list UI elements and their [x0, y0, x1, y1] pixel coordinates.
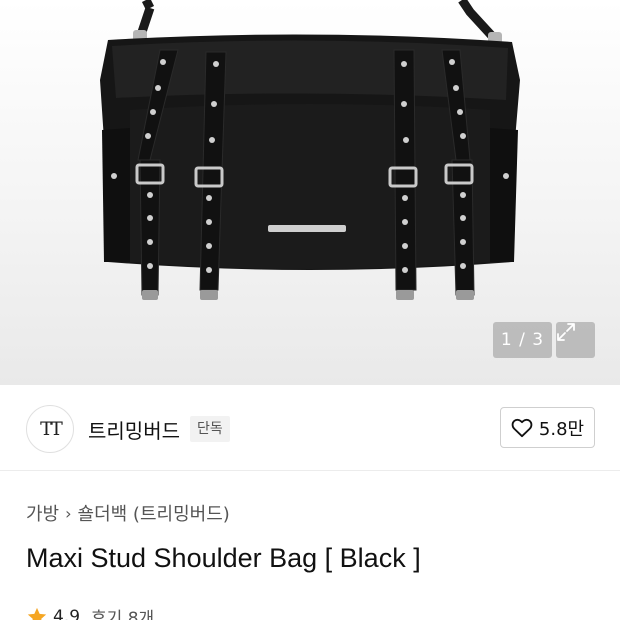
rating-row[interactable]: 4.9 후기 8개 — [26, 604, 154, 620]
review-count[interactable]: 후기 8개 — [91, 604, 154, 620]
breadcrumb-category[interactable]: 가방 — [26, 500, 59, 526]
breadcrumb: 가방 › 숄더백 (트리밍버드) — [26, 500, 230, 526]
rating-score: 4.9 — [53, 606, 81, 620]
brand-name[interactable]: 트리밍버드 — [88, 415, 180, 444]
product-image-gallery[interactable]: 1 / 3 — [0, 0, 620, 385]
image-counter: 1 / 3 — [493, 322, 552, 358]
brand-logo-text: TT — [40, 418, 63, 440]
star-icon — [27, 607, 47, 620]
like-count: 5.8만 — [538, 418, 585, 440]
brand-row: TT 트리밍버드 단독 5.8만 — [0, 385, 620, 471]
exclusive-badge: 단독 — [190, 416, 230, 442]
brand-logo[interactable]: TT — [26, 405, 74, 453]
heart-icon — [511, 418, 533, 437]
product-title: Maxi Stud Shoulder Bag [ Black ] — [26, 543, 421, 573]
breadcrumb-subcategory[interactable]: 숄더백 (트리밍버드) — [78, 500, 230, 526]
expand-image-button[interactable] — [556, 322, 595, 358]
chevron-right-icon: › — [65, 503, 72, 523]
expand-icon — [557, 323, 575, 341]
like-button[interactable]: 5.8만 — [500, 407, 595, 448]
